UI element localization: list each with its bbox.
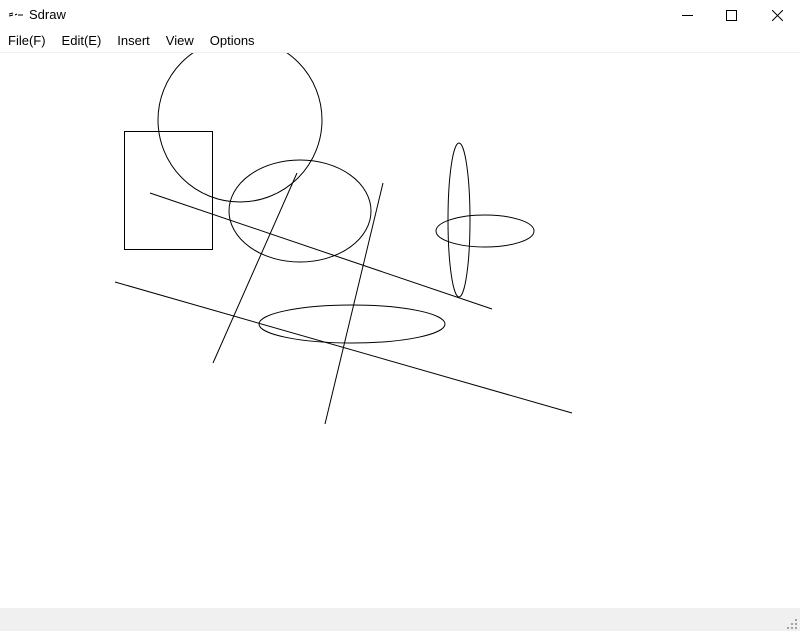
menu-insert[interactable]: Insert (109, 30, 158, 52)
menu-options[interactable]: Options (202, 30, 263, 52)
sdraw-window: Sdraw File(F) Edit(E) Insert View Option… (0, 0, 800, 631)
close-button[interactable] (754, 0, 800, 30)
maximize-icon (725, 9, 737, 21)
title-bar[interactable]: Sdraw (0, 0, 800, 30)
resize-grip-icon[interactable] (786, 617, 798, 629)
status-bar (0, 608, 800, 631)
sdraw-app-icon (8, 7, 24, 23)
menu-file[interactable]: File(F) (0, 30, 54, 52)
maximize-button[interactable] (708, 0, 754, 30)
shape-rectangle[interactable] (124, 131, 213, 250)
minimize-icon (681, 10, 693, 21)
window-title: Sdraw (29, 7, 66, 22)
minimize-button[interactable] (664, 0, 710, 30)
drawing-canvas[interactable] (0, 53, 800, 608)
shape-ellipse-small-horizontal[interactable] (435, 214, 535, 248)
shape-line-3[interactable] (212, 172, 298, 364)
close-icon (771, 9, 783, 21)
menu-view[interactable]: View (158, 30, 202, 52)
shape-line-4[interactable] (324, 182, 384, 425)
menu-edit[interactable]: Edit(E) (54, 30, 110, 52)
shape-ellipse-vertical[interactable] (447, 142, 471, 298)
shape-line-1[interactable] (149, 192, 493, 310)
shape-ellipse-large-circle[interactable] (157, 53, 323, 203)
menu-bar: File(F) Edit(E) Insert View Options (0, 30, 800, 53)
